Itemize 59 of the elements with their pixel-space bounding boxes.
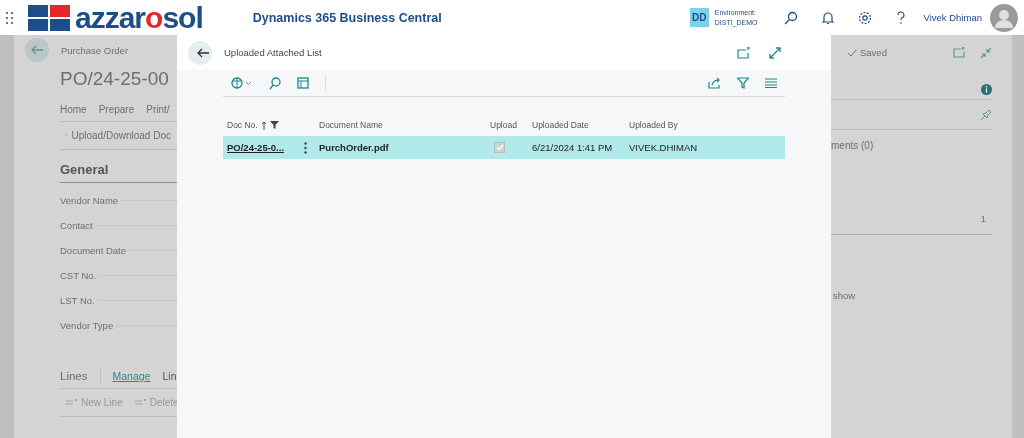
table-cell: 6/21/2024 1:41 PM xyxy=(532,142,613,153)
settings-icon[interactable] xyxy=(857,10,872,25)
line-action-icon xyxy=(66,398,78,407)
info-icon[interactable] xyxy=(980,83,992,95)
list-view-icon[interactable] xyxy=(765,78,777,88)
search-icon[interactable] xyxy=(269,76,281,90)
collapse-icon[interactable] xyxy=(979,46,992,59)
logo-icon xyxy=(28,4,72,31)
lines-tab[interactable]: Lin xyxy=(162,370,177,382)
search-icon[interactable] xyxy=(783,10,798,25)
table-row[interactable]: PO/24-25-0... PurchOrder.pdf 6/21/2024 1:41 PM VIVEK.DHIMAN xyxy=(223,136,785,159)
field-label: Contact xyxy=(60,220,93,231)
side-note: show xyxy=(832,290,857,301)
dialog-title: Uploaded Attached List xyxy=(224,47,322,58)
lines-heading: Lines xyxy=(60,370,88,382)
user-name[interactable]: Vivek Dhiman xyxy=(923,12,982,23)
field-label: CST No. xyxy=(60,270,97,281)
avatar[interactable] xyxy=(990,3,1018,32)
upload-download-action[interactable]: Upload/Download Doc xyxy=(71,130,171,141)
field-label: Vendor Type xyxy=(60,320,114,331)
back-arrow-icon xyxy=(31,45,43,55)
app-launcher-icon[interactable] xyxy=(6,11,14,24)
field-label: Document Date xyxy=(60,245,126,256)
open-in-new-window-icon[interactable] xyxy=(737,46,751,59)
expand-icon[interactable] xyxy=(769,46,781,59)
page-title: PO/24-25-00 xyxy=(60,68,170,90)
line-action-icon xyxy=(134,398,147,407)
table-cell: VIVEK.DHIMAN xyxy=(629,142,698,153)
environment-badge: DD xyxy=(689,8,709,27)
back-arrow-icon xyxy=(197,47,209,58)
attachments-label: ments (0) xyxy=(831,140,875,151)
field-label: Vendor Name xyxy=(60,195,119,206)
sort-ascending-icon xyxy=(260,120,267,130)
menu-tab[interactable]: Print/ xyxy=(146,104,170,115)
layout-icon[interactable] xyxy=(297,77,309,89)
filter-icon[interactable] xyxy=(737,77,749,89)
pin-icon[interactable] xyxy=(979,108,992,121)
table-cell: PurchOrder.pdf xyxy=(319,142,389,153)
checkmark-icon xyxy=(847,48,857,57)
help-icon[interactable] xyxy=(895,10,906,25)
bell-icon[interactable] xyxy=(821,10,834,25)
menu-tab[interactable]: Prepare xyxy=(98,104,135,115)
field-label: LST No. xyxy=(60,295,95,306)
app-title: Dynamics 365 Business Central xyxy=(252,10,442,25)
share-icon[interactable] xyxy=(708,77,721,89)
saved-status: Saved xyxy=(860,47,887,58)
column-header[interactable]: Upload xyxy=(490,120,517,130)
doc-number-link[interactable]: PO/24-25-0... xyxy=(227,142,285,153)
more-options-icon[interactable] xyxy=(304,141,307,154)
column-header[interactable]: Doc No. xyxy=(227,120,258,130)
company-logo: azzarosol xyxy=(75,2,203,33)
column-header[interactable]: Uploaded Date xyxy=(532,120,589,130)
analysis-icon[interactable] xyxy=(231,77,253,89)
count-value: 1 xyxy=(980,213,986,224)
filter-icon xyxy=(269,121,279,129)
column-header[interactable]: Document Name xyxy=(319,120,383,130)
page-caption: Purchase Order xyxy=(61,44,129,56)
back-button[interactable] xyxy=(188,40,212,65)
column-header[interactable]: Uploaded By xyxy=(629,120,678,130)
